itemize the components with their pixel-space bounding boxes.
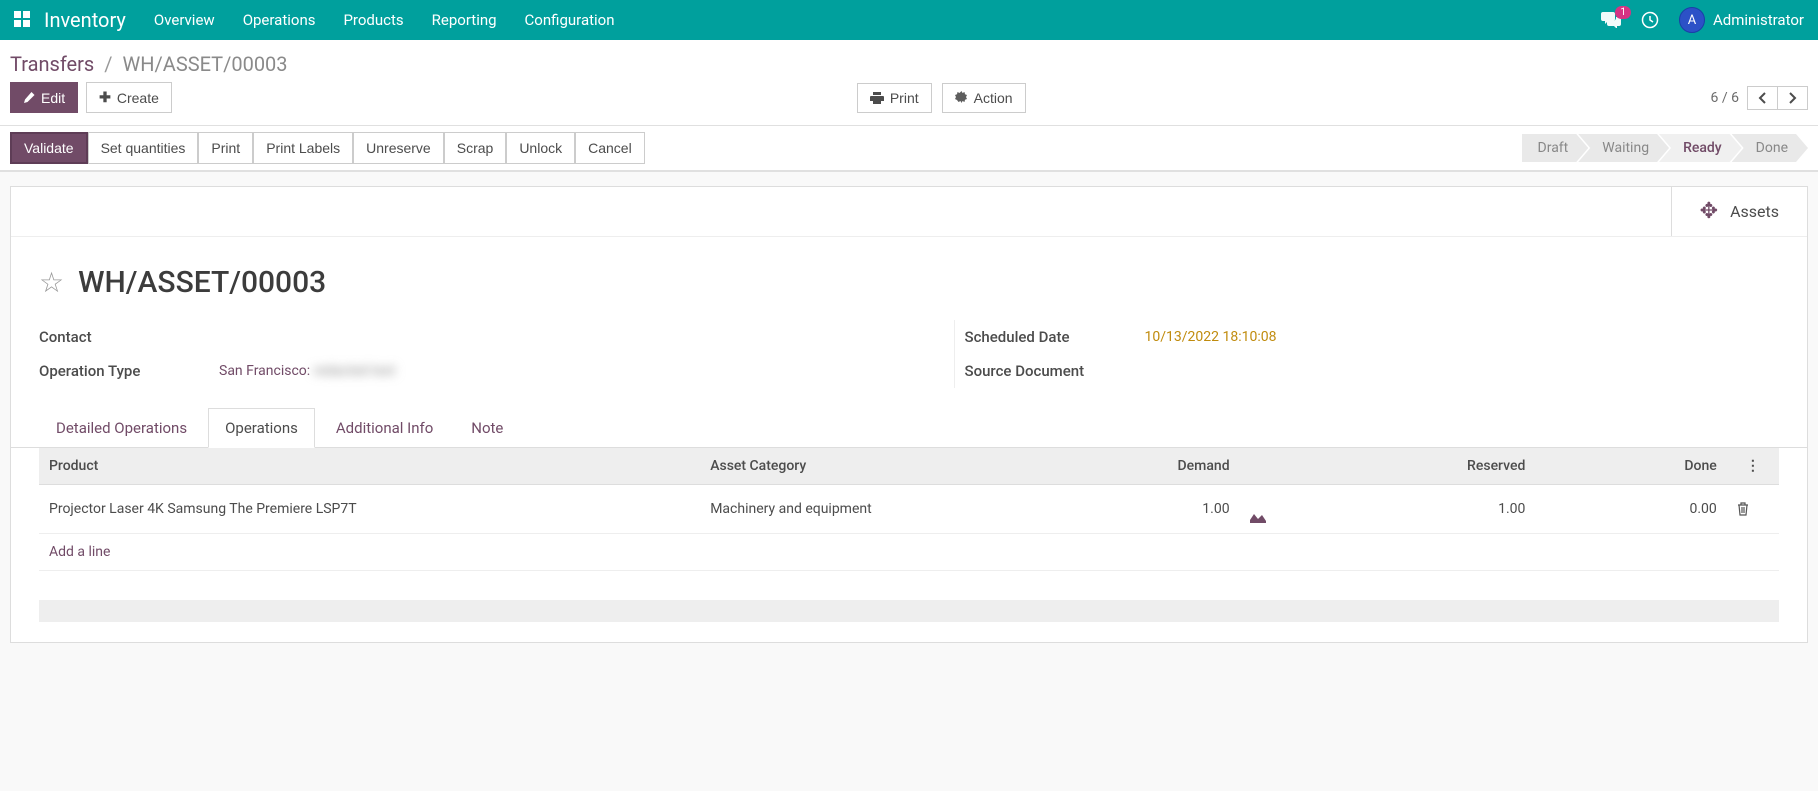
chevron-left-icon xyxy=(1758,92,1767,104)
operation-type-value[interactable]: San Francisco: xyxy=(219,363,310,379)
tab-additional-info[interactable]: Additional Info xyxy=(319,408,450,448)
nav-products[interactable]: Products xyxy=(343,11,403,29)
forecast-icon[interactable] xyxy=(1250,511,1317,523)
tab-operations[interactable]: Operations xyxy=(208,408,315,448)
cell-product: Projector Laser 4K Samsung The Premiere … xyxy=(39,485,700,534)
messages-icon[interactable]: 1 xyxy=(1601,12,1621,28)
print-button[interactable]: Print xyxy=(857,83,932,113)
status-steps: Draft Waiting Ready Done xyxy=(1522,134,1808,162)
create-button[interactable]: ✚ Create xyxy=(86,82,172,113)
messages-badge: 1 xyxy=(1615,6,1631,19)
breadcrumb: Transfers / WH/ASSET/00003 xyxy=(0,40,1818,78)
scrap-button[interactable]: Scrap xyxy=(444,132,507,164)
status-actions: Validate Set quantities Print Print Labe… xyxy=(10,132,645,164)
breadcrumb-current: WH/ASSET/00003 xyxy=(123,52,288,76)
create-button-label: Create xyxy=(117,90,159,106)
operation-type-label: Operation Type xyxy=(39,362,219,380)
print-button-label: Print xyxy=(890,90,919,106)
pager-prev[interactable] xyxy=(1748,87,1778,109)
user-name[interactable]: Administrator xyxy=(1713,11,1804,29)
validate-button[interactable]: Validate xyxy=(10,132,88,164)
top-nav: Inventory Overview Operations Products R… xyxy=(0,0,1818,40)
edit-button[interactable]: Edit xyxy=(10,82,78,113)
contact-label: Contact xyxy=(39,328,219,346)
action-button[interactable]: Action xyxy=(942,83,1026,113)
plus-icon: ✚ xyxy=(99,89,111,106)
gear-icon xyxy=(955,91,968,104)
scheduled-date-label: Scheduled Date xyxy=(965,328,1145,346)
star-icon[interactable]: ☆ xyxy=(39,266,64,299)
operation-type-redacted: redacted text xyxy=(314,363,396,379)
scheduled-date-value: 10/13/2022 18:10:08 xyxy=(1145,329,1277,345)
table-row[interactable]: Projector Laser 4K Samsung The Premiere … xyxy=(39,485,1779,534)
cell-demand: 1.00 xyxy=(1066,485,1240,534)
apps-icon[interactable] xyxy=(14,11,32,29)
edit-button-label: Edit xyxy=(41,90,65,106)
breadcrumb-parent[interactable]: Transfers xyxy=(10,52,94,76)
cell-asset-category: Machinery and equipment xyxy=(700,485,1065,534)
print-labels-button[interactable]: Print Labels xyxy=(253,132,353,164)
record-title: WH/ASSET/00003 xyxy=(78,265,326,300)
chevron-right-icon xyxy=(1788,92,1797,104)
form-sheet: ✥ Assets ☆ WH/ASSET/00003 Contact Operat… xyxy=(10,186,1808,643)
nav-overview[interactable]: Overview xyxy=(154,11,215,29)
pager-count[interactable]: 6 / 6 xyxy=(1711,90,1739,106)
source-document-label: Source Document xyxy=(965,362,1145,380)
move-icon: ✥ xyxy=(1700,199,1718,224)
column-options-icon[interactable]: ⋮ xyxy=(1746,458,1760,474)
pager xyxy=(1747,86,1808,110)
statusbar: Validate Set quantities Print Print Labe… xyxy=(0,125,1818,171)
assets-label: Assets xyxy=(1730,202,1779,221)
col-done[interactable]: Done xyxy=(1535,448,1726,485)
nav-operations[interactable]: Operations xyxy=(243,11,316,29)
trash-icon[interactable] xyxy=(1737,502,1769,516)
tabs: Detailed Operations Operations Additiona… xyxy=(11,408,1807,448)
print-lines-button[interactable]: Print xyxy=(198,132,253,164)
print-icon xyxy=(870,92,884,104)
smart-buttons: ✥ Assets xyxy=(11,187,1807,237)
assets-smart-button[interactable]: ✥ Assets xyxy=(1671,187,1807,236)
pager-next[interactable] xyxy=(1778,87,1807,109)
toolbar: Edit ✚ Create Print Action 6 / 6 xyxy=(0,78,1818,125)
cell-done: 0.00 xyxy=(1535,485,1726,534)
col-reserved[interactable]: Reserved xyxy=(1327,448,1536,485)
set-quantities-button[interactable]: Set quantities xyxy=(88,132,199,164)
col-asset-category[interactable]: Asset Category xyxy=(700,448,1065,485)
tab-note[interactable]: Note xyxy=(454,408,520,448)
step-waiting[interactable]: Waiting xyxy=(1578,134,1669,162)
pencil-icon xyxy=(23,92,35,104)
step-ready[interactable]: Ready xyxy=(1659,134,1742,162)
step-draft[interactable]: Draft xyxy=(1522,134,1589,162)
add-line[interactable]: Add a line xyxy=(39,534,1779,571)
unlock-button[interactable]: Unlock xyxy=(506,132,575,164)
user-avatar[interactable]: A xyxy=(1679,7,1705,33)
cancel-button[interactable]: Cancel xyxy=(575,132,645,164)
cell-reserved: 1.00 xyxy=(1327,485,1536,534)
unreserve-button[interactable]: Unreserve xyxy=(353,132,444,164)
col-demand[interactable]: Demand xyxy=(1066,448,1240,485)
step-done[interactable]: Done xyxy=(1732,134,1808,162)
operations-table: Product Asset Category Demand Reserved D… xyxy=(39,448,1779,622)
breadcrumb-sep: / xyxy=(104,52,112,76)
tab-detailed-operations[interactable]: Detailed Operations xyxy=(39,408,204,448)
nav-reporting[interactable]: Reporting xyxy=(432,11,497,29)
col-product[interactable]: Product xyxy=(39,448,700,485)
activity-icon[interactable] xyxy=(1641,11,1659,29)
nav-configuration[interactable]: Configuration xyxy=(525,11,615,29)
action-button-label: Action xyxy=(974,90,1013,106)
brand-title[interactable]: Inventory xyxy=(44,8,126,32)
control-panel: Transfers / WH/ASSET/00003 Edit ✚ Create… xyxy=(0,40,1818,172)
add-line-row[interactable]: Add a line xyxy=(39,534,1779,571)
